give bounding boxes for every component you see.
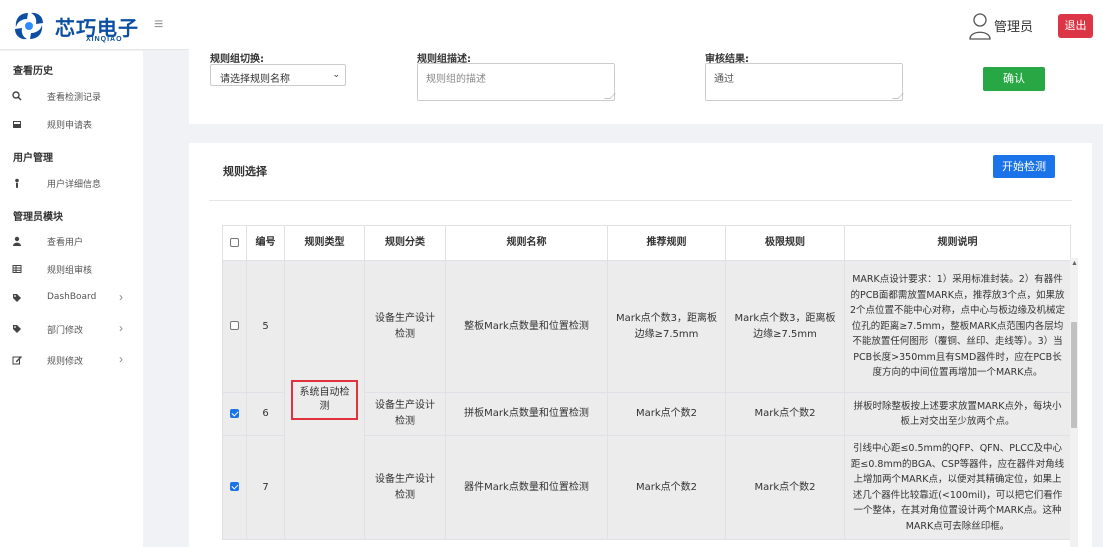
sidebar-item-label: DashBoard	[47, 292, 97, 302]
sidebar-item-label: 部门修改	[47, 326, 84, 336]
rule-category: 设备生产设计检测	[364, 392, 446, 436]
group-desc-textarea[interactable]: 规则组的描述	[417, 63, 616, 101]
rule-recommended: Mark点个数2	[607, 392, 726, 436]
chevron-down-icon: ⌄	[332, 69, 340, 79]
rule-group-form: 规则组切换: 请选择规则名称 ⌄ 规则组描述: 规则组的描述 审核结果: 通过 …	[189, 42, 1103, 124]
sidebar-item-dashboard[interactable]: DashBoard ›	[0, 288, 143, 310]
rules-table: 编号 规则类型 规则分类 规则名称 推荐规则 极限规则 规则说明 5 系统自动检…	[222, 225, 1071, 540]
column-header: 极限规则	[725, 225, 845, 261]
logo-mark-icon	[15, 12, 43, 40]
sidebar-item-label: 规则组审核	[47, 266, 93, 276]
rule-limit: Mark点个数3，距离板边缘≥7.5mm	[725, 260, 845, 393]
rule-selection-header: 规则选择 开始检测	[209, 143, 1072, 201]
sidebar-item-label: 规则修改	[47, 357, 84, 367]
edit-icon	[12, 356, 22, 365]
resize-grip-icon[interactable]	[892, 93, 904, 99]
row-select-cell	[222, 392, 247, 436]
row-checkbox[interactable]	[230, 482, 239, 491]
rule-name: 整板Mark点数量和位置检测	[445, 260, 608, 393]
group-select-value: 请选择规则名称	[220, 74, 290, 85]
logo-subtext: XINQIAO	[86, 36, 123, 43]
column-header: 推荐规则	[607, 225, 726, 261]
rule-category: 设备生产设计检测	[364, 260, 446, 393]
sidebar-item-view-users[interactable]: 查看用户	[0, 231, 143, 253]
sidebar-item-rule-requests[interactable]: 规则申请表	[0, 114, 143, 136]
review-value: 通过	[714, 74, 734, 85]
group-switch-label: 规则组切换:	[210, 54, 264, 65]
logout-button[interactable]: 退出	[1058, 14, 1093, 38]
sidebar-item-label: 用户详细信息	[47, 180, 102, 190]
rule-description: 引线中心距≤0.5mm的QFP、QFN、PLCC及中心距≤0.8mm的BGA、C…	[844, 435, 1071, 540]
rule-recommended: Mark点个数2	[607, 435, 726, 540]
group-desc-placeholder: 规则组的描述	[426, 74, 486, 85]
logo[interactable]: 芯巧电子 XINQIAO	[10, 8, 160, 44]
table-scrollbar-thumb[interactable]	[1071, 322, 1077, 428]
column-header: 规则名称	[445, 225, 608, 261]
sidebar-item-group-review[interactable]: 规则组审核	[0, 259, 143, 281]
start-detection-button[interactable]: 开始检测	[993, 155, 1055, 178]
column-header: 规则类型	[284, 225, 365, 261]
column-header: 编号	[246, 225, 285, 261]
tag-icon	[13, 294, 21, 302]
rule-type-cell: 系统自动检测	[284, 260, 365, 540]
chevron-right-icon: ›	[119, 290, 123, 304]
sidebar-item-label: 查看检测记录	[47, 93, 102, 103]
row-select-cell	[222, 435, 247, 540]
sidebar-item-label: 查看用户	[47, 238, 84, 248]
rule-id: 6	[246, 392, 285, 436]
rule-type-value: 系统自动检测	[291, 380, 358, 420]
rule-category: 设备生产设计检测	[364, 435, 446, 540]
user-avatar-icon	[969, 13, 991, 40]
review-textarea[interactable]: 通过	[705, 63, 904, 101]
rule-description: MARK点设计要求：1）采用标准封装。2）有器件的PCB面都需放置MARK点，推…	[844, 260, 1071, 393]
sidebar-section-admin: 管理员模块	[13, 212, 63, 223]
rule-limit: Mark点个数2	[725, 435, 845, 540]
sidebar: 查看历史 查看检测记录 规则申请表 用户管理 用户详细信息 管理员模块 查看用户…	[0, 51, 143, 547]
rule-id: 5	[246, 260, 285, 393]
select-all-cell	[222, 225, 247, 261]
group-select[interactable]: 请选择规则名称 ⌄	[210, 64, 346, 86]
user-icon	[13, 236, 21, 246]
user-detail-icon	[15, 178, 19, 188]
scroll-up-arrow-icon[interactable]: ▲	[1071, 260, 1078, 267]
sidebar-section-history: 查看历史	[13, 66, 53, 77]
menu-toggle-icon[interactable]: ≡	[154, 16, 163, 34]
row-select-cell	[222, 260, 247, 393]
chevron-right-icon: ›	[119, 352, 123, 366]
sidebar-item-user-details[interactable]: 用户详细信息	[0, 173, 143, 195]
user-name: 管理员	[994, 19, 1034, 34]
chevron-right-icon: ›	[119, 321, 123, 335]
rule-id: 7	[246, 435, 285, 540]
resize-grip-icon[interactable]	[604, 93, 616, 99]
rule-name: 器件Mark点数量和位置检测	[445, 435, 608, 540]
table-header-row: 编号 规则类型 规则分类 规则名称 推荐规则 极限规则 规则说明	[222, 225, 1071, 261]
rule-name: 拼板Mark点数量和位置检测	[445, 392, 608, 436]
sidebar-item-detection-records[interactable]: 查看检测记录	[0, 86, 143, 108]
sidebar-item-dept-edit[interactable]: 部门修改 ›	[0, 319, 143, 341]
column-header: 规则分类	[364, 225, 446, 261]
inbox-icon	[13, 121, 21, 128]
table-row[interactable]: 5 系统自动检测 设备生产设计检测 整板Mark点数量和位置检测 Mark点个数…	[222, 260, 1071, 540]
confirm-button[interactable]: 确认	[983, 67, 1045, 91]
search-icon	[12, 91, 22, 101]
select-all-checkbox[interactable]	[230, 237, 239, 247]
rule-description: 拼板时除整板按上述要求放置MARK点外，每块小板上对交出至少放两个点。	[844, 392, 1071, 436]
sidebar-section-user-mgmt: 用户管理	[13, 153, 53, 164]
column-header: 规则说明	[844, 225, 1071, 261]
rule-limit: Mark点个数2	[725, 392, 845, 436]
sidebar-item-label: 规则申请表	[47, 121, 93, 131]
tag-icon	[13, 325, 21, 333]
rule-selection-card: 规则选择 开始检测 编号 规则类型 规则分类 规则名称 推荐规则 极限规则 规则…	[189, 143, 1092, 547]
table-icon	[12, 265, 22, 273]
sidebar-item-rule-edit[interactable]: 规则修改 ›	[0, 350, 143, 372]
rule-recommended: Mark点个数3，距离板边缘≥7.5mm	[607, 260, 726, 393]
rule-selection-title: 规则选择	[223, 165, 267, 178]
row-checkbox[interactable]	[230, 321, 239, 330]
row-checkbox[interactable]	[230, 408, 239, 418]
